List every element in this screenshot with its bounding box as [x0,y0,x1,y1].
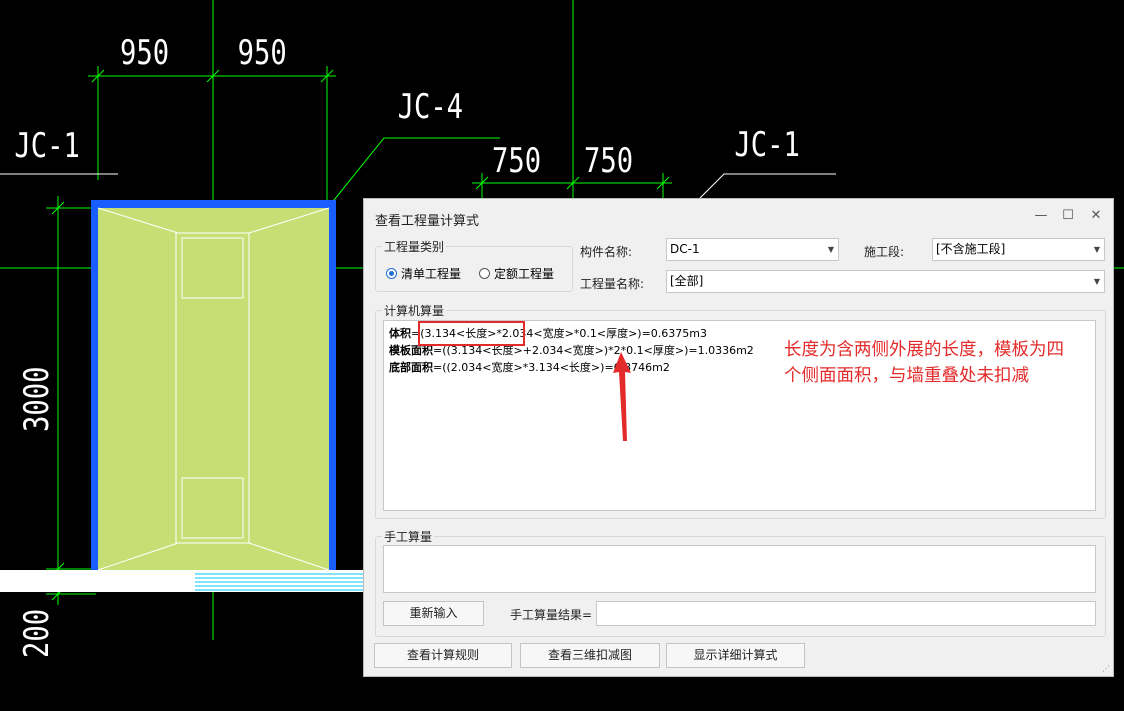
dimension-top [88,66,336,200]
formula-expr: =(3.134<长度>*2.034<宽度>*0.1<厚度>)=0.6375m3 [411,327,707,340]
radio-quota-quantity-label: 定额工程量 [494,267,555,281]
quantity-type-legend: 工程量类别 [382,238,447,255]
slab-fill [98,208,329,570]
formula-name: 模板面积 [389,344,433,357]
stage-label: 施工段: [864,245,905,259]
quantity-name-select[interactable]: [全部] ▼ [666,270,1105,293]
quantity-formula-dialog: 查看工程量计算式 — ☐ ✕ 工程量类别 清单工程量 定额工程量 构件名称: D… [363,198,1114,677]
computer-quantity-legend: 计算机算量 [382,302,447,319]
dim-950-left: 950 [120,33,169,73]
formula-name: 底部面积 [389,361,433,374]
dim-750-left: 750 [492,141,541,181]
dropdown-arrow-icon: ▼ [1093,277,1100,286]
leader-jc-1-right [699,173,836,199]
formula-name: 体积 [389,327,411,340]
quantity-name-label: 工程量名称: [580,277,645,291]
resize-grip-icon[interactable]: ⋰ [1102,664,1110,673]
quantity-type-group: 工程量类别 清单工程量 定额工程量 [375,238,573,292]
manual-result-field[interactable] [596,601,1096,626]
annotation-line-1: 长度为含两侧外展的长度，模板为四 [784,340,1064,360]
formula-line-formwork: 模板面积=((3.134<长度>+2.034<宽度>)*2*0.1<厚度>)=1… [389,342,754,359]
reenter-button[interactable]: 重新输入 [383,601,484,626]
leader-jc-4 [329,137,500,206]
dropdown-arrow-icon: ▼ [1093,245,1100,254]
radio-bill-quantity-label: 清单工程量 [401,267,462,281]
label-jc-4: JC-4 [398,87,463,127]
dim-200: 200 [17,609,57,658]
component-name-select[interactable]: DC-1 ▼ [666,238,839,261]
quantity-name-value: [全部] [670,274,704,288]
label-jc-1-right: JC-1 [734,125,799,165]
dim-950-right: 950 [238,33,287,73]
stage-value: [不含施工段] [936,242,1006,256]
view-3d-button[interactable]: 查看三维扣减图 [520,643,660,668]
formula-expr: =((2.034<宽度>*3.134<长度>)=6.3746m2 [433,361,670,374]
radio-bill-quantity[interactable]: 清单工程量 [386,265,461,282]
minimize-icon[interactable]: — [1033,208,1049,224]
view-rules-button[interactable]: 查看计算规则 [374,643,512,668]
label-jc-1-left: JC-1 [14,126,79,166]
stage-select[interactable]: [不含施工段] ▼ [932,238,1105,261]
radio-unselected-icon [479,268,490,279]
show-detail-button[interactable]: 显示详细计算式 [666,643,805,668]
close-icon[interactable]: ✕ [1088,208,1104,224]
formula-line-volume: 体积=(3.134<长度>*2.034<宽度>*0.1<厚度>)=0.6375m… [389,325,707,342]
dim-750-right: 750 [584,141,633,181]
formula-line-bottom-area: 底部面积=((2.034<宽度>*3.134<长度>)=6.3746m2 [389,359,670,376]
formula-expr: =((3.134<长度>+2.034<宽度>)*2*0.1<厚度>)=1.033… [433,344,754,357]
manual-quantity-legend: 手工算量 [382,528,435,545]
wall-strip [0,570,364,592]
manual-result-label: 手工算量结果= [510,608,593,622]
dim-3000: 3000 [17,367,57,432]
radio-selected-icon [386,268,397,279]
radio-quota-quantity[interactable]: 定额工程量 [479,265,554,282]
annotation-line-2: 个侧面面积，与墙重叠处未扣减 [784,366,1029,386]
annotation-text: 长度为含两侧外展的长度，模板为四 个侧面面积，与墙重叠处未扣减 [784,337,1064,389]
manual-input-textarea[interactable] [383,545,1096,593]
maximize-icon[interactable]: ☐ [1060,208,1076,224]
component-name-label: 构件名称: [580,245,633,259]
component-name-value: DC-1 [670,242,700,256]
dialog-title: 查看工程量计算式 [375,214,480,229]
dropdown-arrow-icon: ▼ [827,245,834,254]
